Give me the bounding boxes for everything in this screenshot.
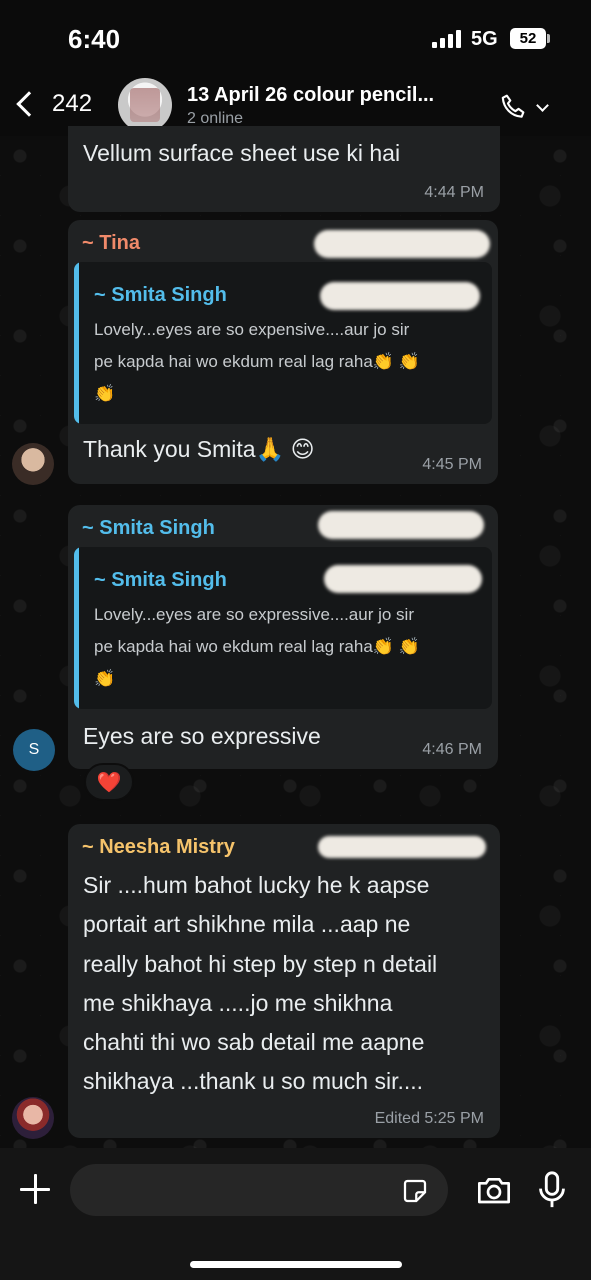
redacted-phone <box>318 836 486 858</box>
quote-text: 👏 <box>94 384 116 403</box>
quote-text: pe kapda hai wo ekdum real lag raha👏 👏 <box>94 637 420 656</box>
message-text: Thank you Smita🙏 😊 <box>83 436 315 462</box>
sender-name[interactable]: ~ Tina <box>82 232 140 255</box>
message-text: shikhaya ...thank u so much sir.... <box>83 1068 424 1094</box>
message-bubble[interactable]: ~ Neesha Mistry Sir ....hum bahot lucky … <box>68 824 500 1138</box>
message-text: Vellum surface sheet use ki hai <box>83 140 401 166</box>
quote-text: Lovely...eyes are so expensive....aur jo… <box>94 320 410 339</box>
sender-name[interactable]: ~ Smita Singh <box>82 517 215 540</box>
quote-text: Lovely...eyes are so expressive....aur j… <box>94 605 414 624</box>
camera-icon[interactable] <box>474 1174 514 1206</box>
quote-sender: ~ Smita Singh <box>94 284 227 306</box>
message-text: portait art shikhne mila ...aap ne <box>83 911 411 937</box>
unread-count: 242 <box>52 90 93 117</box>
message-time: 4:45 PM <box>422 456 482 473</box>
home-indicator <box>190 1261 402 1268</box>
quote-text: 👏 <box>94 669 116 688</box>
battery-icon: 52 <box>510 28 550 49</box>
chevron-down-icon <box>536 98 549 112</box>
message-bubble[interactable]: ~ Smita Singh ~ Smita Singh Lovely...eye… <box>68 505 498 769</box>
message-time: 4:46 PM <box>422 741 482 758</box>
reaction-heart[interactable]: ❤️ <box>84 763 134 801</box>
status-bar: 6:40 5G 52 <box>0 0 591 70</box>
avatar[interactable] <box>12 443 54 485</box>
chevron-left-icon <box>16 91 42 117</box>
group-avatar[interactable] <box>118 78 172 132</box>
sticker-icon[interactable] <box>400 1176 430 1206</box>
avatar[interactable]: S <box>13 729 55 771</box>
redacted-phone <box>324 565 482 593</box>
phone-icon <box>501 94 525 118</box>
network-type: 5G <box>471 28 498 50</box>
redacted-phone <box>320 282 480 310</box>
avatar[interactable] <box>12 1097 54 1139</box>
redacted-phone <box>314 230 490 258</box>
message-text: Eyes are so expressive <box>83 723 321 749</box>
call-button[interactable] <box>498 90 558 124</box>
quote-sender: ~ Smita Singh <box>94 569 227 591</box>
message-text: really bahot hi step by step n detail <box>83 951 438 977</box>
message-text: Sir ....hum bahot lucky he k aapse <box>83 872 430 898</box>
quoted-message[interactable]: ~ Smita Singh Lovely...eyes are so expen… <box>74 262 492 424</box>
sender-name[interactable]: ~ Neesha Mistry <box>82 836 235 859</box>
signal-icon <box>432 30 464 48</box>
message-time: Edited 5:25 PM <box>374 1110 484 1127</box>
attach-button[interactable] <box>18 1172 52 1206</box>
quoted-message[interactable]: ~ Smita Singh Lovely...eyes are so expre… <box>74 547 492 709</box>
message-text: me shikhaya .....jo me shikhna <box>83 990 393 1016</box>
group-title[interactable]: 13 April 26 colour pencil... <box>187 84 434 107</box>
redacted-phone <box>318 511 484 539</box>
message-input[interactable] <box>70 1164 448 1216</box>
microphone-icon[interactable] <box>537 1170 567 1210</box>
message-time: 4:44 PM <box>424 184 484 201</box>
quote-text: pe kapda hai wo ekdum real lag raha👏 👏 <box>94 352 420 371</box>
message-bubble[interactable]: Vellum surface sheet use ki hai 4:44 PM <box>68 126 500 212</box>
message-text: chahti thi wo sab detail me aapne <box>83 1029 425 1055</box>
status-time: 6:40 <box>68 24 121 54</box>
back-button[interactable]: 242 <box>12 84 92 124</box>
message-bubble[interactable]: ~ Tina ~ Smita Singh Lovely...eyes are s… <box>68 220 498 484</box>
